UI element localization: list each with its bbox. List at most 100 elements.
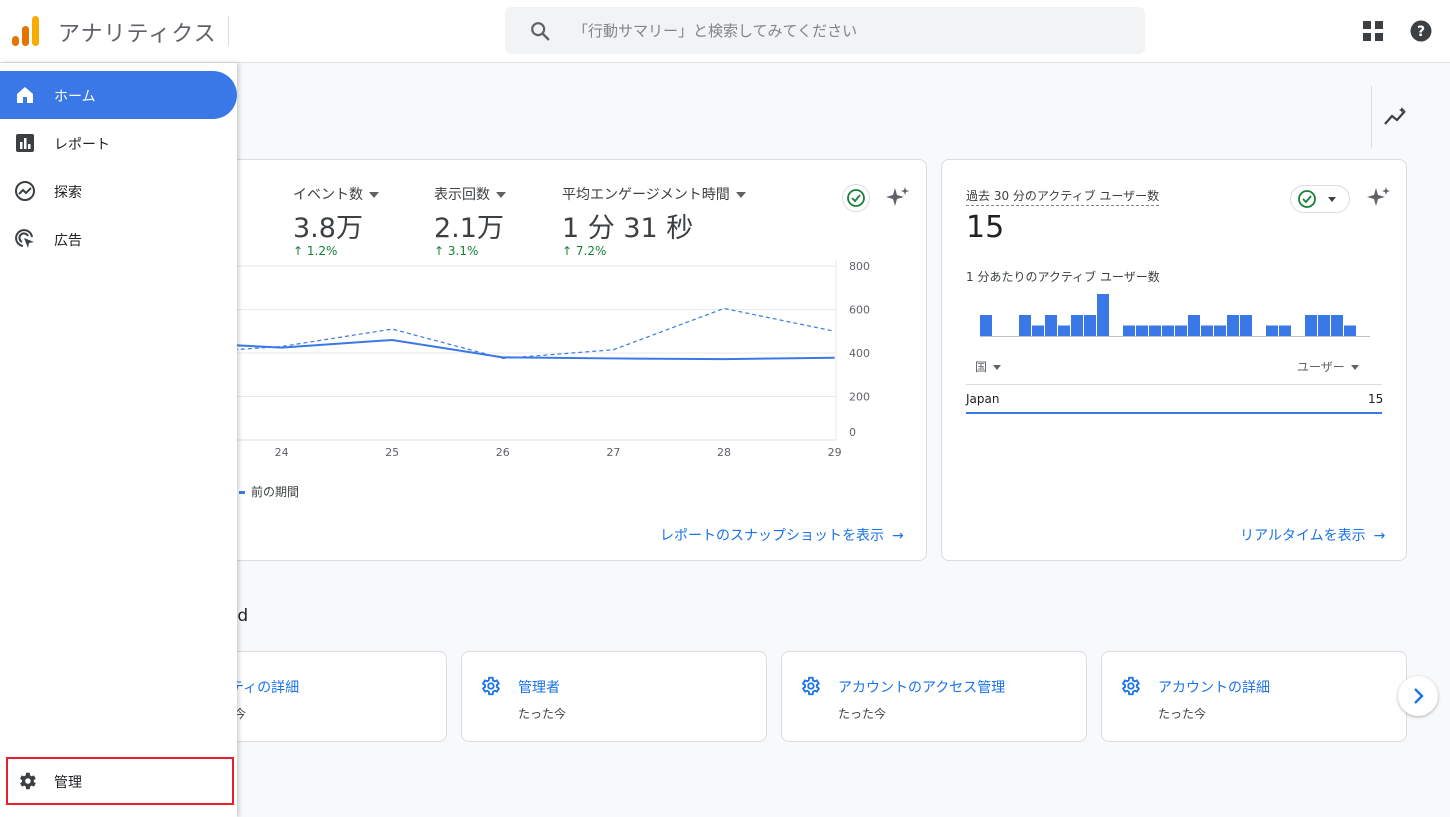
app-title: アナリティクス: [58, 22, 217, 47]
search-icon: [531, 22, 550, 41]
recent-item-title: アカウントのアクセス管理: [838, 680, 1006, 696]
svg-text:?: ?: [1417, 24, 1425, 40]
table-divider: [966, 384, 1382, 385]
gear-icon: [20, 772, 36, 790]
chart-bar: [1318, 315, 1330, 336]
help-icon[interactable]: ?: [1410, 20, 1432, 42]
search-input[interactable]: [573, 7, 1113, 54]
view-realtime-link[interactable]: リアルタイムを表示 →: [1240, 525, 1385, 545]
home-icon: [17, 87, 33, 103]
chart-bar: [1045, 315, 1057, 336]
y-tick-label: 600: [849, 304, 870, 317]
caret-down-icon: [1350, 365, 1359, 370]
chart-bar: [1214, 325, 1226, 336]
x-tick-label: 25: [385, 446, 399, 459]
chart-bar: [980, 315, 992, 336]
x-tick-label: 29: [828, 446, 842, 459]
chart-bar: [1032, 325, 1044, 336]
analytics-logo[interactable]: [12, 16, 40, 46]
explore-icon: [15, 181, 35, 201]
rail-divider: [1371, 86, 1372, 148]
arrow-right-icon: →: [892, 528, 904, 544]
chart-bar: [1227, 315, 1239, 336]
x-tick-label: 27: [606, 446, 620, 459]
check-circle-icon: [1298, 190, 1336, 208]
link-label: リアルタイムを表示: [1240, 528, 1366, 544]
next-button[interactable]: [1398, 676, 1438, 716]
ads-icon: [15, 229, 34, 248]
y-tick-label: 200: [849, 391, 870, 404]
table-row-bar: [966, 412, 1382, 414]
sidebar: ホーム レポート 探索 広告 管理: [0, 63, 237, 817]
arrow-right-icon: →: [1373, 528, 1386, 544]
chart-bar: [1188, 315, 1200, 336]
sidebar-item-ads[interactable]: 広告: [0, 215, 237, 263]
insights-icon[interactable]: [1383, 106, 1409, 128]
sidebar-item-label: 探索: [54, 185, 82, 201]
chart-bar: [1331, 315, 1343, 336]
y-tick-label: 0: [849, 426, 856, 439]
view-snapshot-link[interactable]: レポートのスナップショットを表示 →: [660, 525, 904, 545]
sidebar-item-reports[interactable]: レポート: [0, 119, 237, 167]
realtime-sub-label: 1 分あたりのアクティブ ユーザー数: [966, 270, 1160, 284]
series-line-current: [181, 338, 835, 361]
sidebar-item-label: ホーム: [54, 89, 96, 105]
x-tick-label: 26: [496, 446, 510, 459]
caret-down-icon: [993, 365, 1002, 370]
sidebar-item-label: 管理: [54, 775, 82, 791]
recent-item[interactable]: 管理者 たった今: [461, 651, 767, 742]
divider: [228, 16, 229, 46]
gear-icon: [481, 676, 501, 696]
country-column-header[interactable]: 国: [975, 358, 1002, 375]
recent-item-time: たった今: [1158, 707, 1207, 721]
top-bar: アナリティクス ?: [0, 0, 1450, 63]
realtime-bar-chart: [980, 294, 1370, 337]
chart-bar: [1123, 325, 1135, 336]
sidebar-item-label: レポート: [54, 137, 110, 153]
recent-item[interactable]: アカウントのアクセス管理 たった今: [781, 651, 1087, 742]
column-label: ユーザー: [1297, 360, 1345, 374]
chart-bar: [1084, 315, 1096, 336]
realtime-card: 過去 30 分のアクティブ ユーザー数 15 1 分あたりのアクティブ ユーザー…: [941, 159, 1407, 561]
data-quality-dropdown[interactable]: [1290, 185, 1350, 213]
bar-chart-icon: [16, 134, 34, 152]
users-column-header[interactable]: ユーザー: [1297, 358, 1359, 375]
link-label: レポートのスナップショットを表示: [660, 528, 884, 544]
table-row-country: Japan: [966, 392, 1000, 406]
line-chart: 800 600 400 200 0 24 25 26 27 28 29: [181, 260, 870, 459]
y-tick-label: 400: [849, 347, 870, 360]
x-tick-label: 24: [275, 446, 289, 459]
chart-bar: [1071, 315, 1083, 336]
sidebar-item-home[interactable]: ホーム: [0, 71, 237, 119]
chart-bar: [1279, 325, 1291, 336]
sidebar-item-label: 広告: [54, 233, 82, 249]
recent-item[interactable]: アカウントの詳細 たった今: [1101, 651, 1407, 742]
legend-previous: 前の期間: [251, 485, 300, 499]
chart-bar: [1266, 325, 1278, 336]
chart-bar: [1136, 325, 1148, 336]
recent-item-title: ティの詳細: [230, 680, 300, 696]
chart-bar: [1305, 315, 1317, 336]
recent-item-title: アカウントの詳細: [1158, 680, 1270, 696]
chart-bar: [1344, 325, 1356, 336]
sidebar-item-admin[interactable]: 管理: [6, 757, 234, 805]
gear-icon: [1121, 676, 1141, 696]
chart-bar: [1019, 315, 1031, 336]
realtime-value: 15: [966, 210, 1005, 245]
sidebar-item-explore[interactable]: 探索: [0, 167, 237, 215]
table-row-users: 15: [1368, 392, 1384, 406]
chart-bar: [1162, 325, 1174, 336]
chart-bar: [1149, 325, 1161, 336]
chart-bar: [1058, 325, 1070, 336]
overview-card: イベント数 3.8万 ↑ 1.2% 表示回数 2.1万 ↑ 3.1% 平均エンゲ…: [180, 159, 927, 561]
gear-icon: [801, 676, 821, 696]
x-tick-label: 28: [717, 446, 731, 459]
realtime-label: 過去 30 分のアクティブ ユーザー数: [966, 187, 1160, 206]
sparkle-icon[interactable]: [1367, 186, 1391, 210]
column-label: 国: [975, 360, 988, 374]
chart-bar: [1175, 325, 1187, 336]
series-line-previous: [181, 307, 835, 360]
apps-grid-icon[interactable]: [1362, 20, 1384, 42]
recent-item-time: たった今: [518, 707, 567, 721]
search-bar[interactable]: [505, 7, 1145, 54]
